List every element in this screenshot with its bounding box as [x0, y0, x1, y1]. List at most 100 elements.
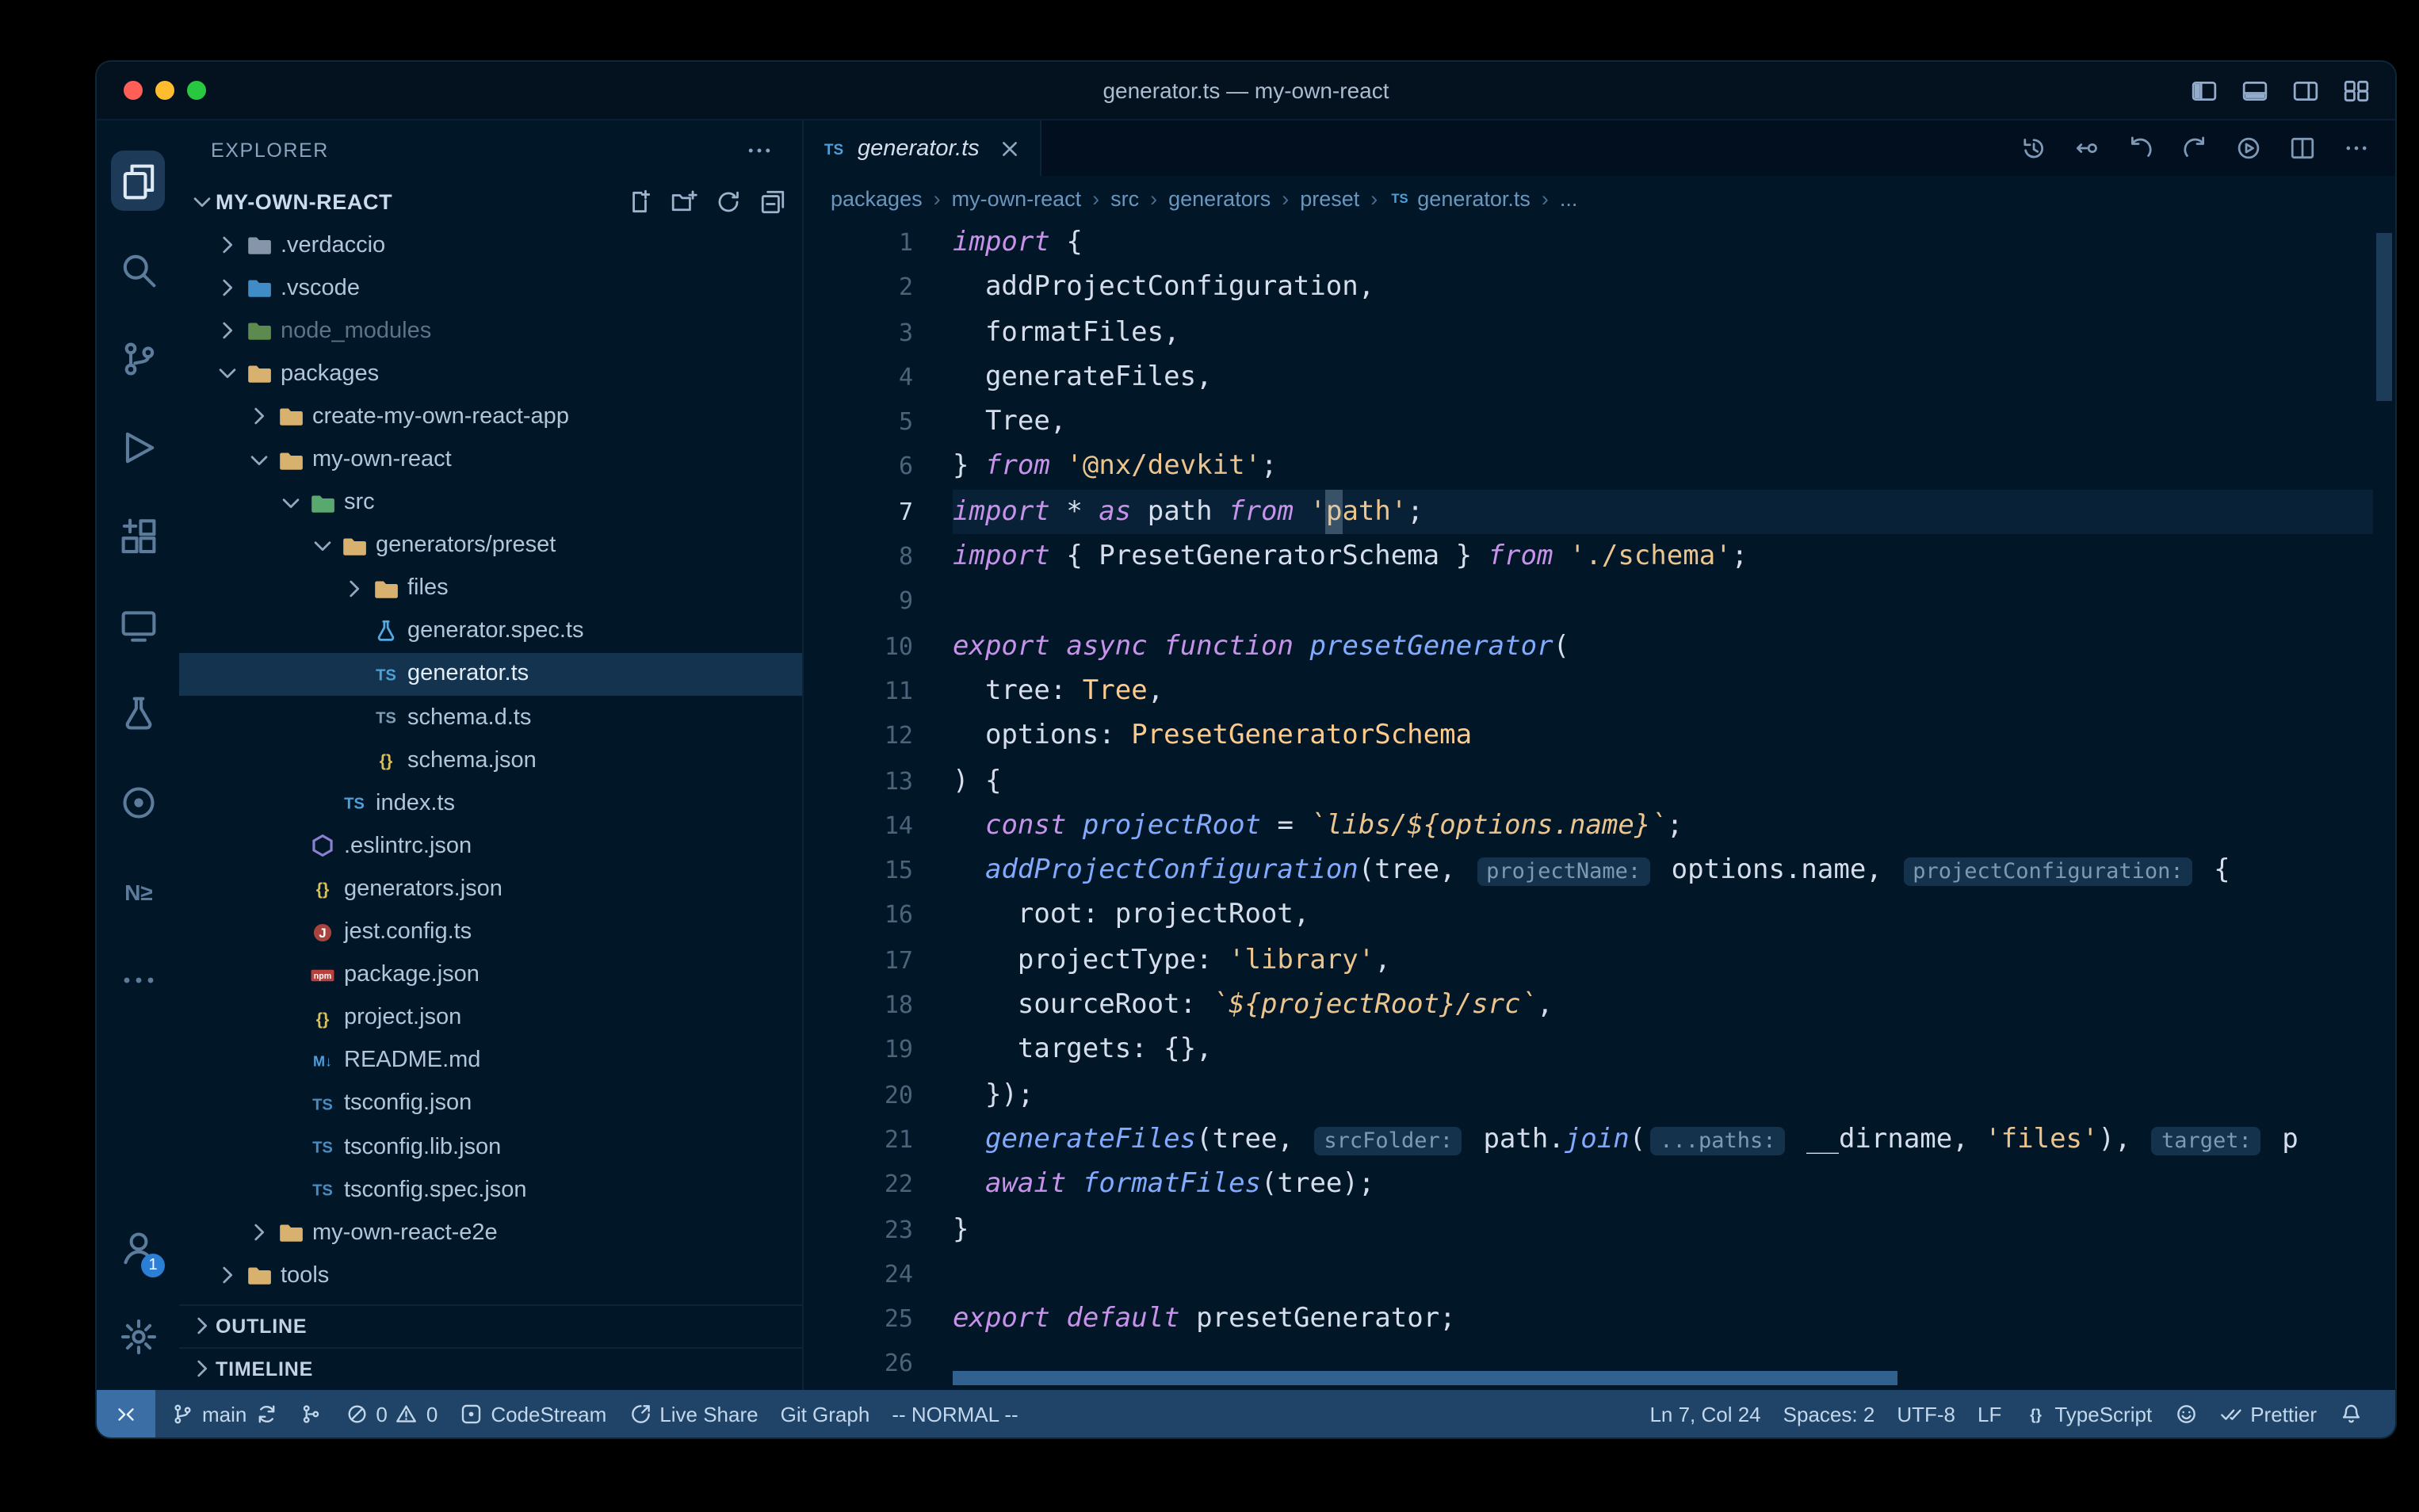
breadcrumb-item-src[interactable]: src	[1110, 186, 1139, 210]
code-token: as	[1099, 496, 1131, 528]
code-editor[interactable]: 1234567891011121314151617181920212223242…	[804, 220, 2395, 1390]
notifications[interactable]	[2328, 1390, 2373, 1438]
branch-status[interactable]: main	[160, 1390, 289, 1438]
breadcrumb-item-packages[interactable]: packages	[831, 186, 923, 210]
breadcrumb-item-[interactable]: ...	[1560, 186, 1578, 210]
indentation[interactable]: Spaces: 2	[1772, 1390, 1886, 1438]
warning-icon	[396, 1403, 418, 1426]
close-tab-icon[interactable]	[997, 136, 1022, 161]
tree-item-tsconfig-lib-json[interactable]: TStsconfig.lib.json	[179, 1125, 802, 1168]
tree-item-verdaccio[interactable]: .verdaccio	[179, 223, 802, 266]
window-title: generator.ts — my-own-react	[97, 78, 2395, 103]
navigate-forward-icon[interactable]	[2181, 135, 2208, 162]
layout-panel-icon[interactable]	[2241, 77, 2268, 104]
encoding[interactable]: UTF-8	[1886, 1390, 1966, 1438]
code-token: async	[1066, 630, 1147, 662]
git-graph-status-icon	[300, 1403, 323, 1426]
more-actions-icon[interactable]	[2343, 135, 2370, 162]
activity-testing[interactable]	[103, 669, 173, 758]
open-changes-icon[interactable]	[2073, 135, 2100, 162]
tree-item-generators-json[interactable]: {}generators.json	[179, 868, 802, 911]
tree-item-generator-spec-ts[interactable]: generator.spec.ts	[179, 610, 802, 653]
tree-item-vscode[interactable]: .vscode	[179, 266, 802, 309]
tree-item-create-my-own-react-app[interactable]: create-my-own-react-app	[179, 395, 802, 438]
tree-item-files[interactable]: files	[179, 567, 802, 610]
tree-item-schema-json[interactable]: {}schema.json	[179, 739, 802, 781]
new-folder-icon[interactable]	[671, 189, 697, 216]
customize-layout-icon[interactable]	[2343, 77, 2370, 104]
layout-secondary-sidebar-icon[interactable]	[2292, 77, 2319, 104]
tree-item-tsconfig-spec-json[interactable]: TStsconfig.spec.json	[179, 1168, 802, 1211]
activity-remote-explorer[interactable]	[103, 580, 173, 669]
activity-settings[interactable]	[103, 1292, 173, 1380]
activity-search[interactable]	[103, 225, 173, 314]
minimize-window-button[interactable]	[155, 81, 174, 100]
close-window-button[interactable]	[124, 81, 143, 100]
tree-item-my-own-react-e2e[interactable]: my-own-react-e2e	[179, 1211, 802, 1254]
status-text: 0	[426, 1402, 438, 1426]
tree-item-generator-ts[interactable]: TSgenerator.ts	[179, 653, 802, 696]
tree-item-project-json[interactable]: {}project.json	[179, 996, 802, 1039]
tree-item-eslintrc-json[interactable]: .eslintrc.json	[179, 825, 802, 868]
tree-item-readme-md[interactable]: M↓README.md	[179, 1040, 802, 1082]
line-number: 25	[804, 1296, 913, 1342]
tree-item-src[interactable]: src	[179, 481, 802, 524]
activity-nx-console[interactable]: N≥	[103, 846, 173, 935]
tree-item-packages[interactable]: packages	[179, 353, 802, 395]
activity-run-and-debug[interactable]	[103, 403, 173, 491]
activity-source-control[interactable]	[103, 314, 173, 403]
settings-gear-icon	[118, 1316, 158, 1356]
explorer-more-actions-icon[interactable]	[745, 136, 774, 165]
tree-item-tsconfig-json[interactable]: TStsconfig.json	[179, 1082, 802, 1125]
remote-indicator[interactable]	[97, 1390, 155, 1438]
tree-item-package-json[interactable]: npmpackage.json	[179, 953, 802, 996]
codestream-status[interactable]: CodeStream	[449, 1390, 617, 1438]
breadcrumb-item-my-own-react[interactable]: my-own-react	[952, 186, 1082, 210]
tree-item-tools[interactable]: tools	[179, 1254, 802, 1297]
liveshare-status[interactable]: Live Share	[617, 1390, 769, 1438]
tree-item-index-ts[interactable]: TSindex.ts	[179, 781, 802, 824]
split-editor-icon[interactable]	[2289, 135, 2316, 162]
breadcrumb-item-generators[interactable]: generators	[1168, 186, 1271, 210]
new-file-icon[interactable]	[626, 189, 653, 216]
section-timeline[interactable]: TIMELINE	[179, 1347, 802, 1390]
git-graph-button[interactable]	[289, 1390, 334, 1438]
zoom-window-button[interactable]	[187, 81, 206, 100]
feedback[interactable]	[2163, 1390, 2208, 1438]
tree-item-schema-d-ts[interactable]: TSschema.d.ts	[179, 696, 802, 739]
vertical-scrollbar[interactable]	[2376, 233, 2392, 401]
horizontal-scrollbar[interactable]	[953, 1371, 1897, 1385]
workspace-section-header[interactable]: MY-OWN-REACT	[179, 181, 802, 223]
end-of-line[interactable]: LF	[1966, 1390, 2012, 1438]
section-outline[interactable]: OUTLINE	[179, 1304, 802, 1347]
history-icon[interactable]	[2020, 135, 2046, 162]
problems-status[interactable]: 00	[334, 1390, 449, 1438]
chevron-right-icon	[341, 575, 368, 602]
breadcrumb-item-preset[interactable]: preset	[1300, 186, 1359, 210]
code-token: (tree);	[1261, 1168, 1374, 1200]
code-token: '@nx/devkit'	[1066, 451, 1261, 483]
breadcrumb-item-generator-ts[interactable]: TSgenerator.ts	[1389, 186, 1531, 210]
run-icon[interactable]	[2235, 135, 2262, 162]
activity-extensions[interactable]	[103, 491, 173, 580]
vim-mode[interactable]: -- NORMAL --	[881, 1390, 1029, 1438]
formatter[interactable]: Prettier	[2208, 1390, 2328, 1438]
activity-accounts[interactable]: 1	[103, 1203, 173, 1292]
language-mode[interactable]: {}TypeScript	[2012, 1390, 2163, 1438]
git-graph-status[interactable]: Git Graph	[770, 1390, 881, 1438]
activity-more-views[interactable]	[103, 935, 173, 1024]
tree-item-node-modules[interactable]: node_modules	[179, 309, 802, 352]
tree-item-jest-config-ts[interactable]: Jjest.config.ts	[179, 911, 802, 953]
tab-generator-ts[interactable]: TS generator.ts	[804, 120, 1041, 176]
activity-bar-bottom: 1	[103, 1203, 173, 1390]
collapse-all-icon[interactable]	[759, 189, 786, 216]
refresh-icon[interactable]	[715, 189, 742, 216]
activity-explorer[interactable]	[103, 136, 173, 225]
tree-item-generators-preset[interactable]: generators/preset	[179, 524, 802, 567]
activity-codestream[interactable]	[103, 758, 173, 846]
cursor-position[interactable]: Ln 7, Col 24	[1638, 1390, 1771, 1438]
tree-item-my-own-react[interactable]: my-own-react	[179, 438, 802, 481]
layout-sidebar-icon[interactable]	[2191, 77, 2218, 104]
code-token: formatFiles,	[953, 316, 1180, 348]
navigate-back-icon[interactable]	[2127, 135, 2154, 162]
